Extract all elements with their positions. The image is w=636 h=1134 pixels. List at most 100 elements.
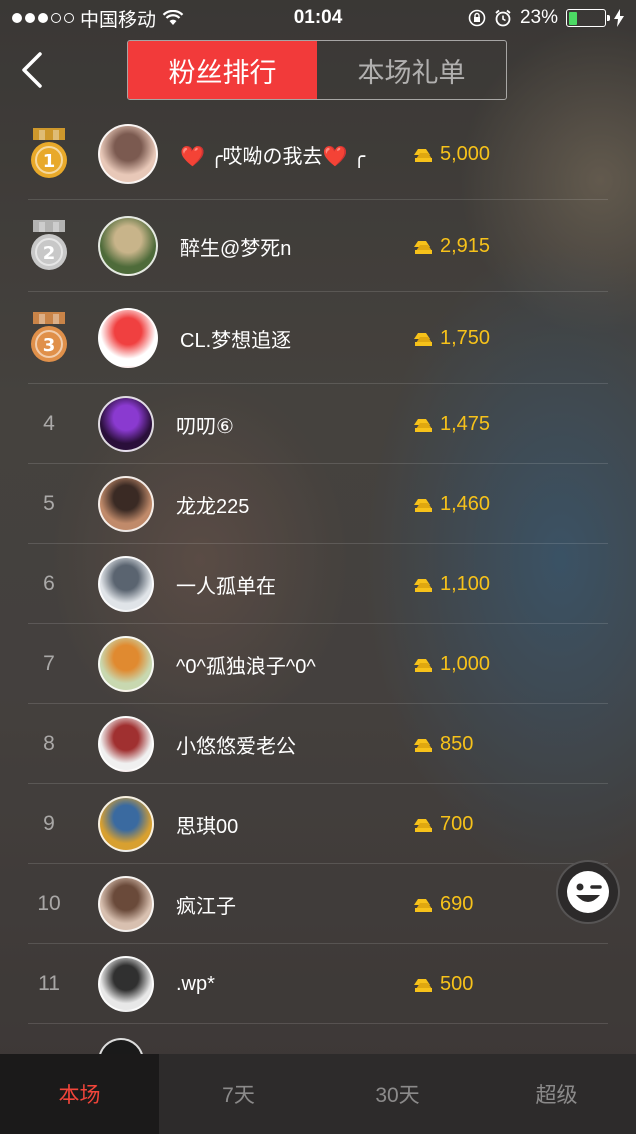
rank-number: 3 — [43, 335, 56, 356]
nav-bar: 粉丝排行 本场礼单 — [0, 38, 636, 106]
gold-ingot-icon — [414, 899, 432, 912]
user-name: .wp* — [176, 972, 215, 995]
gold-ingot-icon — [414, 419, 432, 432]
user-name: 醉生@梦死n — [180, 237, 292, 260]
rank-medal: 3 — [0, 312, 98, 364]
list-item[interactable]: 9 思琪00 700 — [0, 784, 636, 864]
list-item[interactable]: 10 疯江子 690 — [0, 864, 636, 944]
coin-amount: 1,460 — [412, 493, 490, 516]
list-item[interactable]: 3 CL.梦想追逐 1,750 — [0, 292, 636, 384]
rank-number: 1 — [43, 151, 56, 172]
gold-ingot-icon — [414, 333, 432, 346]
coin-amount: 5,000 — [412, 143, 490, 166]
list-item[interactable]: 8 小悠悠爱老公 850 — [0, 704, 636, 784]
avatar[interactable] — [98, 124, 158, 184]
user-name: 龙龙225 — [176, 495, 250, 518]
coin-value: 1,100 — [440, 572, 491, 595]
emoji-float-button[interactable] — [556, 860, 620, 924]
gold-medal-icon: 1 — [31, 128, 67, 178]
gold-ingot-icon — [414, 979, 432, 992]
coin-value: 5,000 — [440, 142, 491, 165]
user-name: 疯江子 — [176, 895, 236, 918]
winking-face-icon — [567, 871, 609, 913]
coin-amount: 2,915 — [412, 235, 490, 258]
rank-medal: 2 — [0, 220, 98, 272]
gold-ingot-icon — [414, 149, 432, 162]
user-name: ^0^孤独浪子^0^ — [176, 655, 316, 678]
avatar[interactable] — [98, 716, 154, 772]
gold-ingot-icon — [414, 241, 432, 254]
coin-value: 2,915 — [440, 234, 491, 257]
user-name: 思琪00 — [176, 815, 239, 838]
orientation-lock-icon — [468, 9, 486, 27]
coin-amount: 850 — [412, 733, 473, 756]
user-name: 叨叨⑥ — [176, 415, 234, 438]
list-item[interactable]: 1 ❤️ ╭哎呦の我去❤️ ╭ 5,000 — [0, 108, 636, 200]
rank-number: 8 — [43, 732, 55, 755]
user-name: ❤️ ╭哎呦の我去❤️ ╭ — [180, 145, 365, 168]
coin-value: 850 — [440, 732, 474, 755]
coin-amount: 1,475 — [412, 413, 490, 436]
tab-30-days[interactable]: 30天 — [318, 1054, 477, 1134]
carrier-name: 中国移动 — [80, 9, 157, 31]
coin-value: 690 — [440, 892, 474, 915]
back-button[interactable] — [10, 46, 54, 94]
list-item[interactable]: 2 醉生@梦死n 2,915 — [0, 200, 636, 292]
rank-number: 6 — [43, 572, 55, 595]
alarm-icon — [495, 9, 511, 27]
gold-ingot-icon — [414, 579, 432, 592]
avatar[interactable] — [98, 636, 154, 692]
list-item[interactable]: 7 ^0^孤独浪子^0^ 1,000 — [0, 624, 636, 704]
coin-value: 500 — [440, 972, 474, 995]
avatar[interactable] — [98, 216, 158, 276]
avatar[interactable] — [98, 556, 154, 612]
tab-fan-ranking[interactable]: 粉丝排行 — [128, 41, 317, 99]
coin-amount: 500 — [412, 973, 473, 996]
avatar[interactable] — [98, 308, 158, 368]
rank-number: 2 — [43, 243, 56, 264]
rank-number: 11 — [38, 972, 60, 995]
status-bar: 中国移动 01:04 23% — [0, 0, 636, 36]
rank-number: 9 — [43, 812, 55, 835]
rank-number: 4 — [43, 412, 55, 435]
avatar[interactable] — [98, 956, 154, 1012]
gold-ingot-icon — [414, 499, 432, 512]
ranking-list: 1 ❤️ ╭哎呦の我去❤️ ╭ 5,000 2 醉生@梦死n 2,915 3 CL.梦想追逐 1… — [0, 108, 636, 1024]
tab-gift-list[interactable]: 本场礼单 — [317, 41, 506, 99]
tab-this-show[interactable]: 本场 — [0, 1054, 159, 1134]
avatar[interactable] — [98, 476, 154, 532]
coin-amount: 690 — [412, 893, 473, 916]
coin-amount: 1,000 — [412, 653, 490, 676]
gold-ingot-icon — [414, 659, 432, 672]
period-tabs: 本场 7天 30天 超级 — [0, 1054, 636, 1134]
coin-value: 1,460 — [440, 492, 491, 515]
silver-medal-icon: 2 — [31, 220, 67, 270]
tab-7-days[interactable]: 7天 — [159, 1054, 318, 1134]
tab-super[interactable]: 超级 — [477, 1054, 636, 1134]
list-item[interactable]: 5 龙龙225 1,460 — [0, 464, 636, 544]
list-item[interactable]: 6 一人孤单在 1,100 — [0, 544, 636, 624]
coin-amount: 1,100 — [412, 573, 490, 596]
avatar[interactable] — [98, 796, 154, 852]
user-name: 一人孤单在 — [176, 575, 276, 598]
list-item[interactable]: 4 叨叨⑥ 1,475 — [0, 384, 636, 464]
list-item[interactable]: 11 .wp* 500 — [0, 944, 636, 1024]
rank-number: 5 — [43, 492, 55, 515]
coin-amount: 700 — [412, 813, 473, 836]
rank-number: 10 — [37, 892, 61, 915]
battery-percent: 23% — [519, 7, 558, 28]
gold-ingot-icon — [414, 739, 432, 752]
coin-value: 1,000 — [440, 652, 491, 675]
avatar[interactable] — [98, 396, 154, 452]
signal-strength-icon — [12, 13, 74, 23]
rank-number: 7 — [43, 652, 55, 675]
rank-medal: 1 — [0, 128, 98, 180]
user-name: CL.梦想追逐 — [180, 329, 292, 352]
user-name: 小悠悠爱老公 — [176, 735, 296, 758]
bronze-medal-icon: 3 — [31, 312, 67, 362]
coin-value: 700 — [440, 812, 474, 835]
coin-amount: 1,750 — [412, 327, 490, 350]
avatar[interactable] — [98, 876, 154, 932]
chevron-left-icon — [22, 52, 42, 88]
charging-bolt-icon — [614, 9, 624, 27]
